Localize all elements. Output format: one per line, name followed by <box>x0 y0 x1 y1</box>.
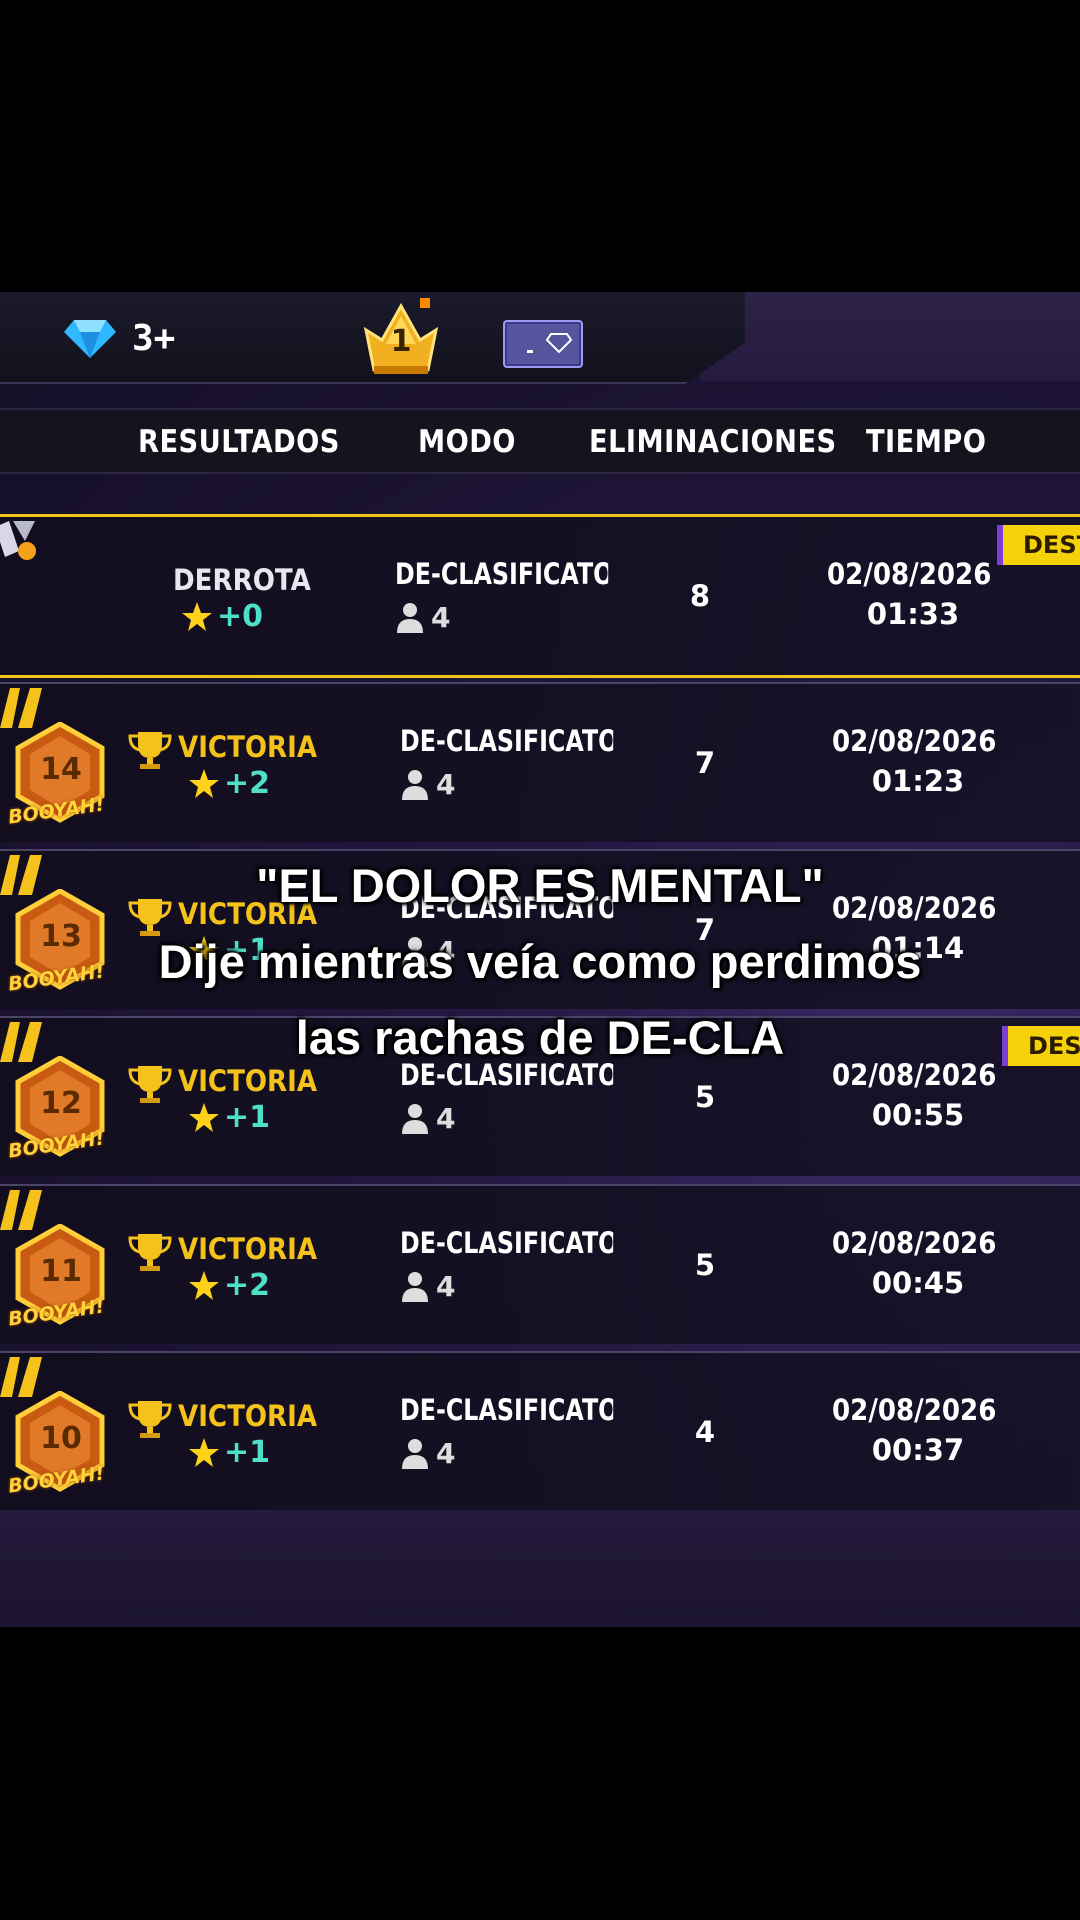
topbar-background <box>700 292 1080 382</box>
col-results[interactable]: RESULTADOS <box>138 424 340 460</box>
caption-line-1: "EL DOLOR ES MENTAL" <box>256 859 824 912</box>
rank-points: +1 <box>224 1100 271 1135</box>
match-date: 02/08/2026 <box>827 557 992 591</box>
star-icon <box>189 1103 219 1132</box>
player-count: 4 <box>436 1102 456 1135</box>
player-icon <box>402 1104 428 1134</box>
caption-line-3: las rachas de DE-CLA <box>295 1011 785 1064</box>
match-mode: DE-CLASIFICATOF <box>400 724 614 758</box>
match-result: VICTORIA <box>178 730 318 764</box>
rank-points: +1 <box>224 1435 271 1470</box>
rank-emblem-icon <box>0 521 36 560</box>
streak-number: 14 <box>40 752 82 787</box>
rank-points: +2 <box>224 766 271 801</box>
trophy-icon <box>128 1066 172 1103</box>
streak-number: 12 <box>40 1086 82 1121</box>
col-time[interactable]: TIEMPO <box>866 424 986 460</box>
match-time: 00:37 <box>871 1433 965 1467</box>
player-count: 4 <box>431 601 451 634</box>
match-row[interactable]: 10 BOOYAH! VICTORIA +1 DE-CLASIFICATOF 4 4 02/0… <box>0 1351 1080 1511</box>
star-icon <box>189 1438 219 1467</box>
match-mode: DE-CLASIFICATOF <box>400 1226 614 1260</box>
currency-bar: 3+ 1 <box>0 292 745 384</box>
match-date: 02/08/2026 <box>832 1226 997 1260</box>
trophy-icon <box>128 1234 172 1271</box>
caption-line-2: Dije mientras veía como perdimos <box>158 935 922 988</box>
player-icon <box>397 603 423 633</box>
rank-points: +0 <box>217 599 264 634</box>
column-header: RESULTADOS MODO ELIMINACIONES TIEMPO <box>0 408 1080 474</box>
star-icon <box>182 602 212 631</box>
highlight-tag[interactable]: DEST <box>997 525 1080 565</box>
match-result: VICTORIA <box>178 1399 318 1433</box>
streak-number: 10 <box>40 1421 82 1456</box>
match-time: 01:23 <box>871 764 965 798</box>
kill-count: 5 <box>694 1248 716 1282</box>
match-row[interactable]: DERROTA +0 DE-CLASIFICATOF 4 8 02/08/2026 01:3… <box>0 514 1080 678</box>
rank-number: 1 <box>390 324 412 359</box>
match-result: VICTORIA <box>178 1064 318 1098</box>
player-count: 4 <box>436 1270 456 1303</box>
star-icon <box>189 1271 219 1300</box>
match-result: DERROTA <box>173 563 311 597</box>
streak-number: 11 <box>40 1254 82 1289</box>
player-count: 4 <box>436 768 456 801</box>
col-eliminations[interactable]: ELIMINACIONES <box>589 424 837 460</box>
player-icon <box>402 1439 428 1469</box>
trophy-icon <box>128 1401 172 1438</box>
match-time: 00:55 <box>871 1098 965 1132</box>
diamond-card-icon[interactable] <box>503 320 583 368</box>
kill-count: 4 <box>694 1415 716 1449</box>
match-date: 02/08/2026 <box>832 1393 997 1427</box>
match-mode: DE-CLASIFICATOF <box>395 557 609 591</box>
match-row[interactable]: 14 BOOYAH! VICTORIA +2 DE-CLASIFICATOF 4 7 02/0… <box>0 682 1080 842</box>
match-time: 01:33 <box>866 597 960 631</box>
diamond-icon[interactable] <box>64 318 116 358</box>
match-result: VICTORIA <box>178 1232 318 1266</box>
match-mode: DE-CLASIFICATOF <box>400 1393 614 1427</box>
col-mode[interactable]: MODO <box>418 424 516 460</box>
player-icon <box>402 1272 428 1302</box>
star-icon <box>189 769 219 798</box>
player-count: 4 <box>436 1437 456 1470</box>
player-icon <box>402 770 428 800</box>
match-time: 00:45 <box>871 1266 965 1300</box>
kill-count: 7 <box>694 746 716 780</box>
kill-count: 5 <box>694 1080 716 1114</box>
trophy-icon <box>128 732 172 769</box>
match-date: 02/08/2026 <box>832 724 997 758</box>
bottom-bar <box>0 1510 1080 1627</box>
notification-dot <box>420 298 430 308</box>
match-row[interactable]: 11 BOOYAH! VICTORIA +2 DE-CLASIFICATOF 4 5 02/0… <box>0 1184 1080 1344</box>
diamond-count: 3+ <box>132 318 176 359</box>
rank-points: +2 <box>224 1268 271 1303</box>
kill-count: 8 <box>689 579 711 613</box>
